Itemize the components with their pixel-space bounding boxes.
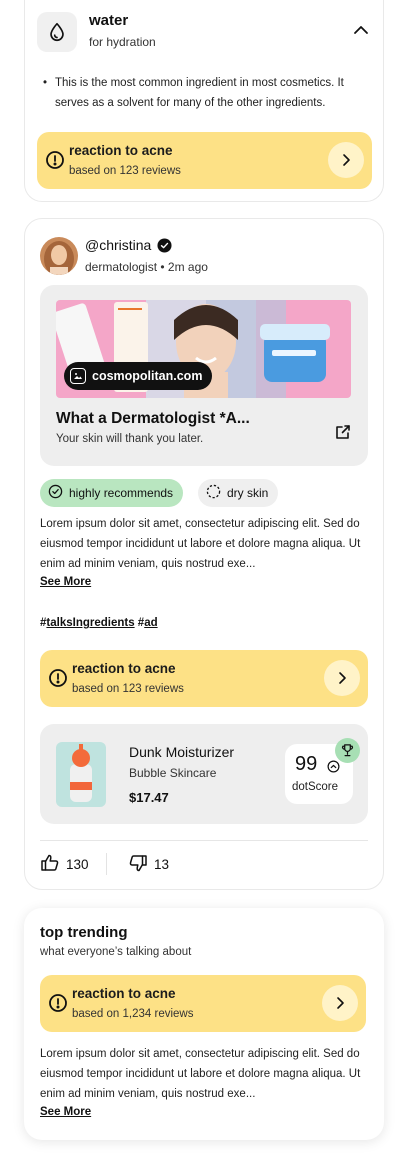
- reaction-title: reaction to acne: [72, 661, 176, 676]
- chevron-up-circle-icon: [327, 760, 340, 773]
- ingredient-name: water: [89, 12, 129, 29]
- product-card[interactable]: Dunk Moisturizer Bubble Skincare $17.47 …: [40, 724, 368, 824]
- chevron-right-icon: [339, 672, 346, 684]
- product-name[interactable]: Dunk Moisturizer: [129, 744, 234, 760]
- reaction-subtitle: based on 1,234 reviews: [72, 1008, 194, 1020]
- dotscore-value: 99: [295, 753, 318, 775]
- avatar[interactable]: [40, 237, 78, 275]
- tag-dry-skin[interactable]: dry skin: [198, 479, 279, 507]
- ingredient-description: This is the most common ingredient in mo…: [43, 73, 373, 113]
- dislike-count: 13: [154, 857, 170, 872]
- dotscore-label: dotScore: [292, 781, 339, 793]
- chevron-right-icon: [343, 154, 350, 166]
- reaction-arrow-button[interactable]: [324, 660, 360, 696]
- article-image: cosmopolitan.com: [56, 300, 351, 398]
- reaction-title: reaction to acne: [72, 986, 176, 1001]
- post-body: Lorem ipsum dolor sit amet, consectetur …: [40, 518, 361, 570]
- product-brand: Bubble Skincare: [129, 766, 217, 780]
- like-button[interactable]: 130: [40, 853, 89, 876]
- article-source-pill: cosmopolitan.com: [64, 362, 213, 390]
- check-circle-icon: [48, 484, 63, 502]
- external-link-icon[interactable]: [334, 423, 352, 441]
- post-meta: dermatologist • 2m ago: [85, 260, 208, 274]
- dashed-circle-icon: [206, 484, 221, 502]
- article-source: cosmopolitan.com: [92, 369, 203, 383]
- collapse-chevron-up-icon[interactable]: [351, 20, 371, 40]
- hashtag-link[interactable]: ad: [144, 617, 157, 629]
- trending-title: top trending: [40, 924, 128, 941]
- dislike-button[interactable]: 13: [128, 853, 169, 876]
- reaction-arrow-button[interactable]: [328, 142, 364, 178]
- trending-body: Lorem ipsum dolor sit amet, consectetur …: [40, 1048, 361, 1100]
- divider: [40, 840, 368, 841]
- post-username[interactable]: @christina: [85, 237, 172, 253]
- reaction-subtitle: based on 123 reviews: [69, 165, 181, 177]
- thumbs-up-icon: [40, 853, 60, 876]
- article-title[interactable]: What a Dermatologist *A...: [56, 410, 250, 428]
- thumbs-down-icon: [128, 853, 148, 876]
- hashtag-link[interactable]: talksIngredients: [46, 617, 134, 629]
- reaction-banner[interactable]: reaction to acne based on 1,234 reviews: [40, 975, 366, 1032]
- hashtags: #talksIngredients #ad: [40, 617, 158, 629]
- alert-circle-icon: [48, 668, 68, 688]
- see-more-link[interactable]: See More: [40, 1106, 91, 1118]
- reaction-banner[interactable]: reaction to acne based on 123 reviews: [40, 650, 368, 707]
- article-preview[interactable]: cosmopolitan.com What a Dermatologist *A…: [40, 285, 368, 466]
- like-count: 130: [66, 857, 89, 872]
- username-text[interactable]: @christina: [85, 237, 151, 253]
- alert-circle-icon: [48, 993, 68, 1013]
- post-card: @christina dermatologist • 2m ago cosmop…: [24, 218, 384, 890]
- ingredient-card: water for hydration This is the most com…: [24, 0, 384, 202]
- reaction-title: reaction to acne: [69, 143, 173, 158]
- trending-subtitle: what everyone’s talking about: [40, 946, 192, 958]
- tag-highly-recommends[interactable]: highly recommends: [40, 479, 184, 507]
- chevron-right-icon: [337, 997, 344, 1009]
- product-image: [56, 742, 106, 807]
- trophy-icon: [335, 738, 360, 763]
- tag-label: dry skin: [227, 486, 269, 500]
- tag-label: highly recommends: [69, 486, 174, 500]
- image-icon: [70, 368, 86, 384]
- reaction-subtitle: based on 123 reviews: [72, 683, 184, 695]
- see-more-link[interactable]: See More: [40, 576, 91, 588]
- reaction-banner[interactable]: reaction to acne based on 123 reviews: [37, 132, 372, 189]
- vote-separator: [106, 853, 107, 875]
- droplet-icon: [37, 12, 77, 52]
- ingredient-subtitle: for hydration: [89, 35, 156, 49]
- product-price: $17.47: [129, 790, 169, 805]
- article-subtitle: Your skin will thank you later.: [56, 433, 204, 445]
- alert-circle-icon: [45, 150, 65, 170]
- trending-card: top trending what everyone’s talking abo…: [24, 908, 384, 1140]
- reaction-arrow-button[interactable]: [322, 985, 358, 1021]
- verified-badge-icon: [157, 237, 172, 253]
